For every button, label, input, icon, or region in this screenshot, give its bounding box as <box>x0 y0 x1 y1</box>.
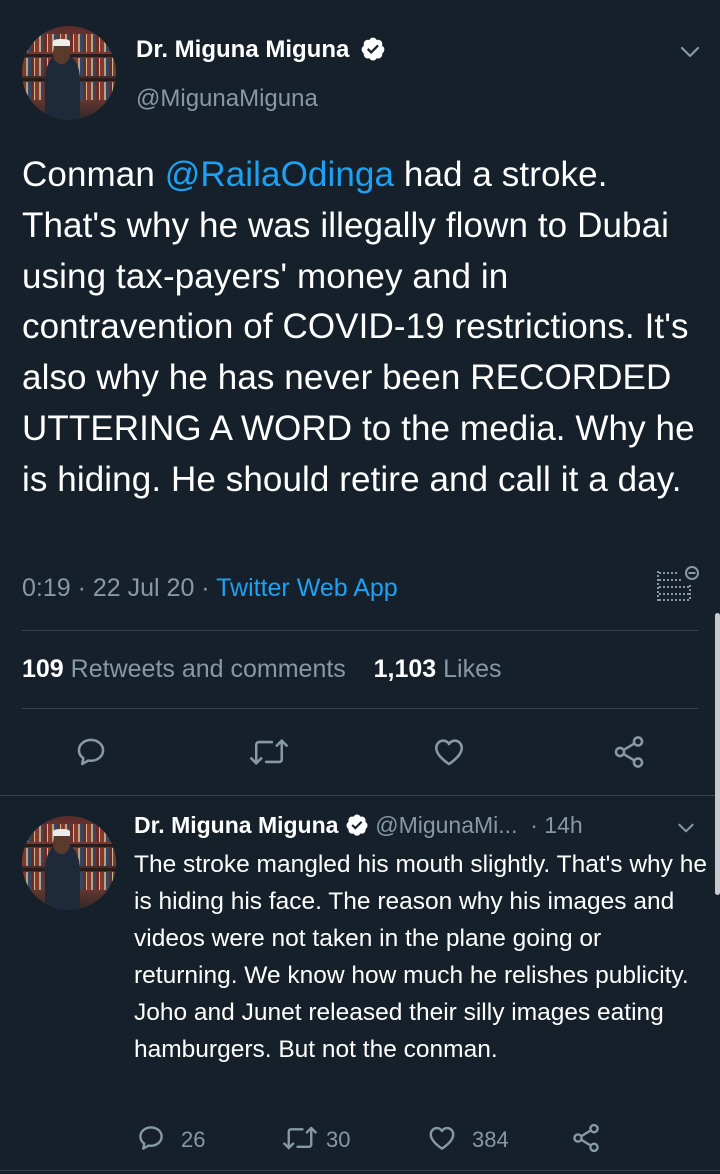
verified-badge-icon <box>346 814 368 836</box>
retweet-icon[interactable] <box>282 1123 318 1153</box>
reply-header[interactable]: Dr. Miguna Miguna @MigunaMi... · 14h <box>134 812 583 839</box>
tweet-stats: 109 Retweets and comments 1,103 Likes <box>22 655 501 684</box>
tweet-date[interactable]: 22 Jul 20 <box>93 574 194 602</box>
mention-link[interactable]: @RailaOdinga <box>165 155 394 194</box>
meta-separator: · <box>70 574 93 602</box>
tweet-text-rest: had a stroke. That's why he was illegall… <box>22 155 695 499</box>
reply-icon[interactable] <box>74 735 108 769</box>
author-name[interactable]: Dr. Miguna Miguna <box>136 36 386 64</box>
tweet-meta: 0:19 · 22 Jul 20 · Twitter Web App <box>22 574 398 603</box>
tweet-text-prefix: Conman <box>22 155 165 194</box>
retweet-icon[interactable] <box>249 735 289 769</box>
divider <box>22 630 698 631</box>
author-handle[interactable]: @MigunaMiguna <box>136 85 318 113</box>
like-icon[interactable] <box>426 1123 458 1153</box>
retweets-label: Retweets and comments <box>70 655 346 683</box>
author-name-text: Dr. Miguna Miguna <box>136 36 350 63</box>
likes-stat[interactable]: 1,103 Likes <box>374 655 502 683</box>
likes-label: Likes <box>443 655 502 683</box>
tweet-time: 0:19 <box>22 574 71 602</box>
meta-separator: · <box>194 574 217 602</box>
divider <box>0 1170 720 1171</box>
chevron-down-icon[interactable] <box>676 818 696 838</box>
likes-count: 1,103 <box>373 655 437 683</box>
like-count: 384 <box>472 1127 509 1152</box>
tweet-source-link[interactable]: Twitter Web App <box>216 574 398 602</box>
verified-badge-icon <box>361 37 385 61</box>
retweets-count: 109 <box>22 655 64 683</box>
reply-author-name[interactable]: Dr. Miguna Miguna <box>134 812 338 838</box>
like-icon[interactable] <box>431 735 467 769</box>
reply-author-handle[interactable]: @MigunaMi... <box>375 812 517 838</box>
reply-count: 26 <box>181 1127 206 1152</box>
reply-text: The stroke mangled his mouth slightly. T… <box>134 851 707 1063</box>
share-icon[interactable] <box>570 1122 602 1154</box>
reply-icon[interactable] <box>136 1123 166 1153</box>
divider <box>0 795 720 796</box>
analytics-icon[interactable] <box>655 565 701 605</box>
divider <box>22 708 698 709</box>
retweets-stat[interactable]: 109 Retweets and comments <box>22 655 346 683</box>
chevron-down-icon[interactable] <box>678 40 702 64</box>
avatar[interactable] <box>22 26 116 120</box>
share-icon[interactable] <box>611 734 647 770</box>
reply-avatar[interactable] <box>22 816 116 910</box>
reply-time: · 14h <box>530 812 583 838</box>
tweet-text: Conman @RailaOdinga had a stroke. That's… <box>22 150 702 506</box>
retweet-count: 30 <box>326 1127 351 1152</box>
scrollbar[interactable] <box>715 613 720 895</box>
